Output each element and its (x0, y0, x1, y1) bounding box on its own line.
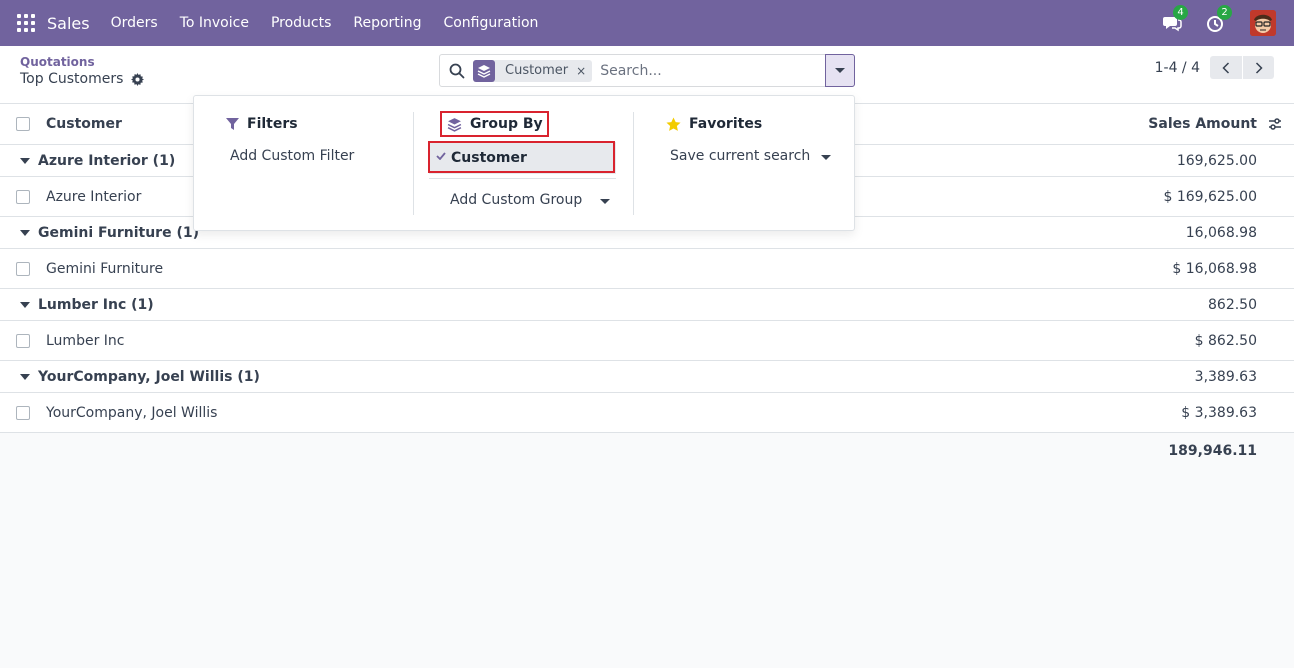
row-checkbox[interactable] (16, 405, 30, 420)
pager-value[interactable]: 1-4 / 4 (1155, 60, 1200, 76)
row-customer: Gemini Furniture (46, 260, 164, 277)
nav-products[interactable]: Products (260, 15, 342, 31)
messages-button[interactable]: 4 (1162, 5, 1188, 33)
pager: 1-4 / 4 (1155, 56, 1274, 79)
row-amount: $ 16,068.98 (1172, 260, 1257, 277)
search-input[interactable] (600, 62, 821, 79)
table-row[interactable]: Gemini Furniture $ 16,068.98 (0, 249, 1294, 289)
row-customer: Lumber Inc (46, 332, 125, 349)
group-label: YourCompany, Joel Willis (1) (38, 368, 260, 385)
caret-down-icon (835, 68, 845, 73)
user-avatar[interactable] (1250, 10, 1276, 36)
facet-label: Customer (505, 63, 569, 78)
search-bar: Customer × (439, 54, 855, 87)
row-amount: $ 862.50 (1194, 332, 1257, 349)
nav-to-invoice[interactable]: To Invoice (169, 15, 260, 31)
group-row[interactable]: Lumber Inc (1) 862.50 (0, 289, 1294, 321)
table-row[interactable]: YourCompany, Joel Willis $ 3,389.63 (0, 393, 1294, 433)
row-checkbox[interactable] (16, 333, 30, 348)
top-navbar: Sales Orders To Invoice Products Reporti… (0, 0, 1294, 46)
caret-down-icon (20, 373, 30, 380)
favorites-title: Favorites (666, 112, 762, 136)
caret-down-icon (20, 301, 30, 308)
row-amount: $ 3,389.63 (1181, 404, 1257, 421)
row-amount: $ 169,625.00 (1163, 188, 1257, 205)
chevron-right-icon (1255, 61, 1263, 74)
nav-configuration[interactable]: Configuration (432, 15, 549, 31)
apps-menu-icon[interactable] (17, 14, 35, 32)
group-label: Gemini Furniture (1) (38, 224, 199, 241)
search-options-toggle[interactable] (825, 54, 855, 87)
group-amount: 169,625.00 (1176, 152, 1257, 169)
column-header-customer[interactable]: Customer (46, 116, 122, 132)
page-title: Top Customers (20, 71, 124, 87)
caret-down-icon (600, 199, 610, 204)
group-amount: 862.50 (1208, 296, 1257, 313)
nav-reporting[interactable]: Reporting (342, 15, 432, 31)
group-by-title: Group By (447, 112, 543, 136)
search-facet: Customer × (473, 59, 593, 82)
row-customer: Azure Interior (46, 188, 142, 205)
customer-option-highlight (428, 141, 615, 173)
messages-badge: 4 (1173, 5, 1188, 20)
group-row[interactable]: YourCompany, Joel Willis (1) 3,389.63 (0, 361, 1294, 393)
column-header-sales-amount[interactable]: Sales Amount (1148, 116, 1257, 132)
activities-button[interactable]: 2 (1206, 5, 1232, 33)
search-icon (449, 63, 465, 78)
total-row: 189,946.11 (0, 433, 1294, 469)
filters-title: Filters (226, 112, 298, 136)
group-label: Azure Interior (1) (38, 152, 176, 169)
layers-icon (447, 117, 462, 132)
group-amount: 16,068.98 (1185, 224, 1257, 241)
divider (633, 112, 634, 215)
caret-down-icon[interactable] (821, 155, 831, 160)
layers-icon (473, 59, 495, 82)
filter-icon (226, 117, 239, 130)
total-amount: 189,946.11 (1168, 443, 1257, 459)
nav-orders[interactable]: Orders (100, 15, 169, 31)
activities-badge: 2 (1217, 5, 1232, 20)
star-icon (666, 116, 681, 131)
gear-icon[interactable] (131, 72, 145, 86)
chevron-left-icon (1222, 61, 1230, 74)
pager-previous-button[interactable] (1210, 56, 1242, 79)
breadcrumb-current: Top Customers (20, 71, 145, 87)
optional-columns-icon[interactable] (1268, 117, 1282, 131)
add-custom-group-select[interactable]: Add Custom Group (450, 192, 582, 208)
row-checkbox[interactable] (16, 261, 30, 276)
row-checkbox[interactable] (16, 189, 30, 204)
select-all-checkbox[interactable] (16, 117, 30, 131)
caret-down-icon (20, 157, 30, 164)
save-current-search[interactable]: Save current search (670, 148, 810, 164)
breadcrumb-parent[interactable]: Quotations (20, 55, 95, 69)
facet-remove-icon[interactable]: × (576, 64, 592, 78)
pager-next-button[interactable] (1242, 56, 1274, 79)
group-amount: 3,389.63 (1194, 368, 1257, 385)
search-options-dropdown: Filters Add Custom Filter Group By Custo… (193, 95, 855, 231)
group-label: Lumber Inc (1) (38, 296, 154, 313)
divider (413, 112, 414, 215)
table-row[interactable]: Lumber Inc $ 862.50 (0, 321, 1294, 361)
row-customer: YourCompany, Joel Willis (46, 404, 218, 421)
caret-down-icon (20, 229, 30, 236)
app-brand[interactable]: Sales (47, 14, 90, 33)
add-custom-filter[interactable]: Add Custom Filter (230, 148, 354, 164)
divider (429, 178, 616, 179)
